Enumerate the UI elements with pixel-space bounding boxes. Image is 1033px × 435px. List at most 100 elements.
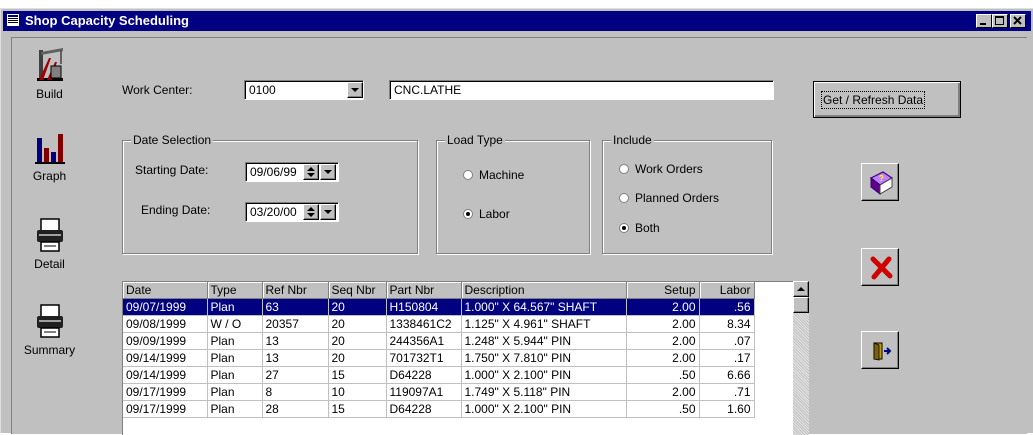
cell-date: 09/17/1999 xyxy=(123,400,208,418)
cell-part-nbr: D64228 xyxy=(386,400,462,418)
nav-graph[interactable]: Graph xyxy=(12,132,87,183)
form-client-area: Build Graph Detail Summary Work Center: … xyxy=(11,37,1027,435)
column-header-seq-nbr[interactable]: Seq Nbr xyxy=(328,282,387,299)
close-button[interactable] xyxy=(1010,14,1026,28)
scroll-thumb[interactable] xyxy=(793,297,809,313)
form-icon[interactable] xyxy=(7,14,19,26)
cell-labor: 8.34 xyxy=(699,315,755,333)
column-header-type[interactable]: Type xyxy=(207,282,263,299)
cell-type: Plan xyxy=(207,298,263,316)
work-center-label: Work Center: xyxy=(122,83,193,97)
cell-setup: 2.00 xyxy=(626,383,700,401)
help-book-icon: ? xyxy=(869,171,894,196)
include-work-orders-radio[interactable]: Work Orders xyxy=(619,162,703,176)
radio-unselected-icon xyxy=(619,164,629,174)
table-row[interactable]: 09/07/1999 Plan 63 20 H150804 1.000" X 6… xyxy=(123,298,755,316)
nav-detail[interactable]: Detail xyxy=(12,218,87,271)
cell-type: W / O xyxy=(207,315,263,333)
table-row[interactable]: 09/08/1999 W / O 20357 20 1338461C2 1.12… xyxy=(123,315,755,333)
table-row[interactable]: 09/17/1999 Plan 28 15 D64228 1.000" X 2.… xyxy=(123,400,755,418)
ending-date-dropdown[interactable] xyxy=(320,204,336,220)
starting-date-label: Starting Date: xyxy=(135,163,209,177)
scroll-up-button[interactable] xyxy=(793,281,809,297)
load-type-machine-label: Machine xyxy=(479,168,525,182)
cell-description: 1.749" X 5.118" PIN xyxy=(461,383,627,401)
table-row[interactable]: 09/14/1999 Plan 13 20 701732T1 1.750" X … xyxy=(123,349,755,367)
cell-date: 09/17/1999 xyxy=(123,383,208,401)
maximize-button[interactable] xyxy=(992,14,1008,28)
include-planned-orders-radio[interactable]: Planned Orders xyxy=(619,191,719,205)
column-header-description[interactable]: Description xyxy=(461,282,627,299)
column-header-setup[interactable]: Setup xyxy=(626,282,700,299)
cell-type: Plan xyxy=(207,332,263,350)
load-type-labor-radio[interactable]: Labor xyxy=(463,207,510,221)
ending-date-value: 03/20/00 xyxy=(250,205,297,219)
exit-button[interactable] xyxy=(861,331,899,369)
radio-unselected-icon xyxy=(463,170,473,180)
chevron-down-icon xyxy=(351,88,359,92)
cell-labor: 1.60 xyxy=(699,400,755,418)
minimize-button[interactable] xyxy=(976,14,992,28)
work-center-description-field[interactable]: CNC.LATHE xyxy=(389,80,774,100)
cell-ref-nbr: 13 xyxy=(262,332,329,350)
printer-icon xyxy=(36,304,63,338)
nav-build-label: Build xyxy=(36,87,63,101)
cell-ref-nbr: 8 xyxy=(262,383,329,401)
date-selection-group: Date Selection Starting Date: 09/06/99 E… xyxy=(122,133,418,254)
column-header-labor[interactable]: Labor xyxy=(699,282,755,299)
cell-part-nbr: 1338461C2 xyxy=(386,315,462,333)
cell-labor: .56 xyxy=(699,298,755,316)
grid-vertical-scrollbar[interactable] xyxy=(793,281,809,435)
nav-summary[interactable]: Summary xyxy=(12,304,87,357)
include-both-radio[interactable]: Both xyxy=(619,221,660,235)
cell-part-nbr: 244356A1 xyxy=(386,332,462,350)
cancel-button[interactable] xyxy=(861,248,899,286)
nav-summary-label: Summary xyxy=(23,343,76,357)
maximize-icon xyxy=(995,16,1004,25)
red-x-icon xyxy=(870,256,893,280)
title-bar[interactable]: Shop Capacity Scheduling xyxy=(3,11,1031,31)
cell-type: Plan xyxy=(207,366,263,384)
column-header-date[interactable]: Date xyxy=(123,282,208,299)
cell-setup: 2.00 xyxy=(626,349,700,367)
cell-seq-nbr: 20 xyxy=(328,298,387,316)
cell-description: 1.125" X 4.961" SHAFT xyxy=(461,315,627,333)
nav-build[interactable]: Build xyxy=(12,46,87,101)
orders-grid[interactable]: Date Type Ref Nbr Seq Nbr Part Nbr Descr… xyxy=(122,281,793,435)
starting-date-spinner[interactable] xyxy=(303,164,319,180)
radio-unselected-icon xyxy=(619,193,629,203)
starting-date-dropdown[interactable] xyxy=(320,164,336,180)
column-header-ref-nbr[interactable]: Ref Nbr xyxy=(262,282,329,299)
table-row[interactable]: 09/17/1999 Plan 8 10 119097A1 1.749" X 5… xyxy=(123,383,755,401)
help-button[interactable]: ? xyxy=(861,163,899,201)
ending-date-spinner[interactable] xyxy=(303,204,319,220)
table-row[interactable]: 09/09/1999 Plan 13 20 244356A1 1.248" X … xyxy=(123,332,755,350)
cell-ref-nbr: 27 xyxy=(262,366,329,384)
include-work-orders-label: Work Orders xyxy=(635,162,703,176)
cell-date: 09/09/1999 xyxy=(123,332,208,350)
work-center-description: CNC.LATHE xyxy=(394,83,462,97)
cell-setup: .50 xyxy=(626,400,700,418)
work-center-dropdown-button[interactable] xyxy=(347,82,363,98)
chevron-up-icon xyxy=(797,287,805,291)
exit-door-icon xyxy=(873,342,892,361)
ending-date-label: Ending Date: xyxy=(141,203,211,217)
include-title: Include xyxy=(611,133,654,147)
work-center-combo[interactable]: 0100 xyxy=(244,80,364,100)
cell-ref-nbr: 13 xyxy=(262,349,329,367)
column-header-part-nbr[interactable]: Part Nbr xyxy=(386,282,462,299)
cell-seq-nbr: 20 xyxy=(328,349,387,367)
get-refresh-data-button[interactable]: Get / Refresh Data xyxy=(813,81,961,118)
cell-part-nbr: D64228 xyxy=(386,366,462,384)
table-row[interactable]: 09/14/1999 Plan 27 15 D64228 1.000" X 2.… xyxy=(123,366,755,384)
load-type-machine-radio[interactable]: Machine xyxy=(463,168,524,182)
cell-ref-nbr: 63 xyxy=(262,298,329,316)
table-header-row: Date Type Ref Nbr Seq Nbr Part Nbr Descr… xyxy=(123,282,755,299)
cell-type: Plan xyxy=(207,349,263,367)
get-refresh-data-label: Get / Refresh Data xyxy=(820,91,926,109)
nav-graph-label: Graph xyxy=(32,169,67,183)
spin-updown-icon xyxy=(307,167,315,177)
cell-setup: 2.00 xyxy=(626,332,700,350)
radio-selected-icon xyxy=(619,223,629,233)
bar-chart-icon xyxy=(34,134,65,164)
